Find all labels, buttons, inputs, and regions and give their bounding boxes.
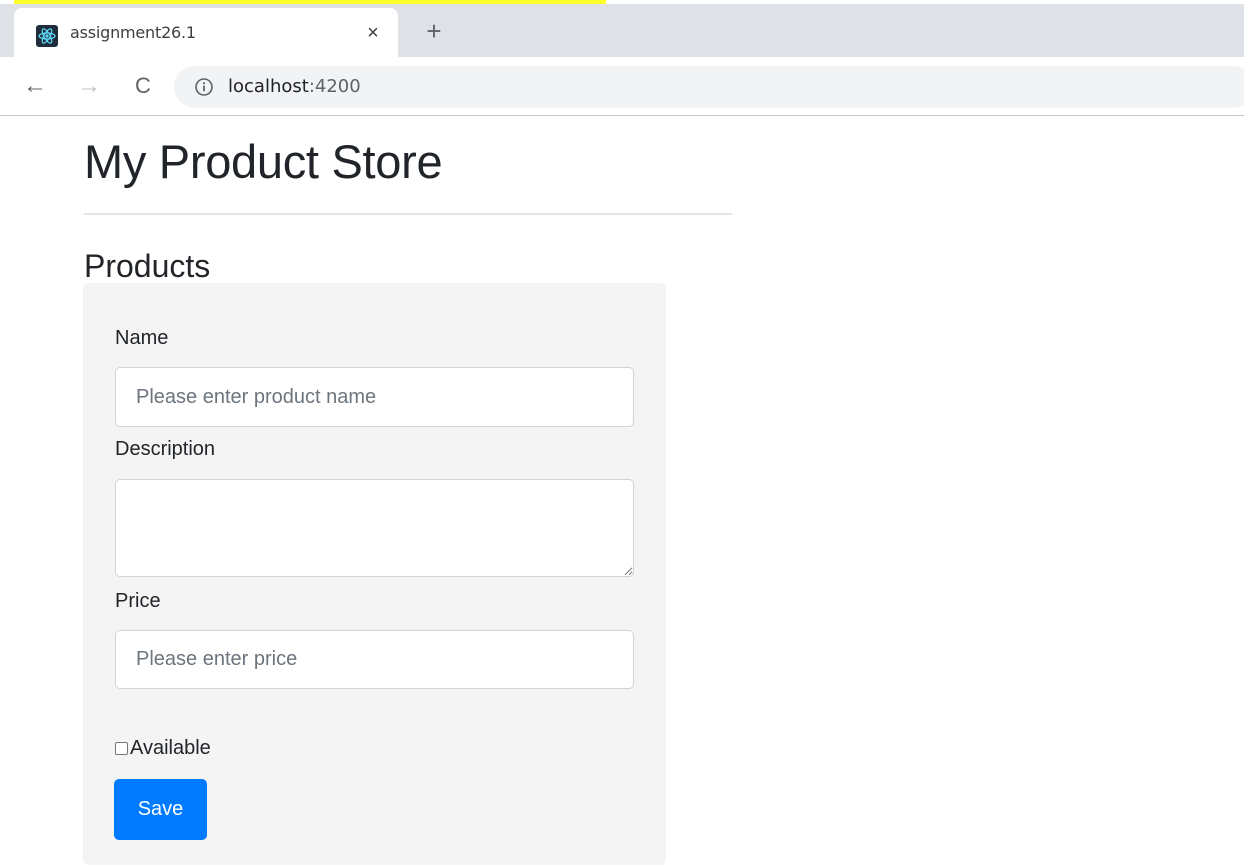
price-label: Price [115, 590, 161, 612]
browser-tab[interactable]: assignment26.1 × [14, 8, 398, 61]
react-atom-icon [36, 25, 58, 47]
save-button[interactable]: Save [114, 779, 207, 840]
page-title: My Product Store [84, 135, 443, 188]
product-name-input[interactable] [115, 367, 634, 427]
reload-icon[interactable]: C [128, 71, 158, 101]
back-arrow-icon[interactable]: ← [20, 71, 50, 101]
available-label: Available [130, 737, 211, 759]
section-title: Products [84, 248, 211, 284]
forward-arrow-icon[interactable]: → [74, 71, 104, 101]
name-label: Name [115, 327, 169, 349]
available-checkbox[interactable] [115, 741, 128, 755]
browser-toolbar: ← → C localhost:4200 [0, 57, 1244, 116]
url-text: localhost:4200 [228, 76, 361, 97]
address-bar[interactable]: localhost:4200 [174, 66, 1244, 108]
info-icon[interactable] [194, 77, 214, 97]
tab-title: assignment26.1 [70, 23, 196, 42]
description-textarea[interactable] [115, 479, 634, 577]
price-input[interactable] [115, 630, 634, 689]
new-tab-plus-icon[interactable]: + [420, 18, 448, 46]
available-row[interactable]: Available [115, 735, 211, 761]
title-divider [84, 213, 732, 215]
description-label: Description [115, 438, 216, 460]
url-host: localhost [228, 76, 309, 97]
product-form: Name Description Price Available Save [83, 283, 666, 865]
url-port: :4200 [308, 76, 361, 97]
browser-tab-strip: assignment26.1 × + [0, 4, 1244, 61]
close-icon[interactable]: × [362, 22, 384, 44]
